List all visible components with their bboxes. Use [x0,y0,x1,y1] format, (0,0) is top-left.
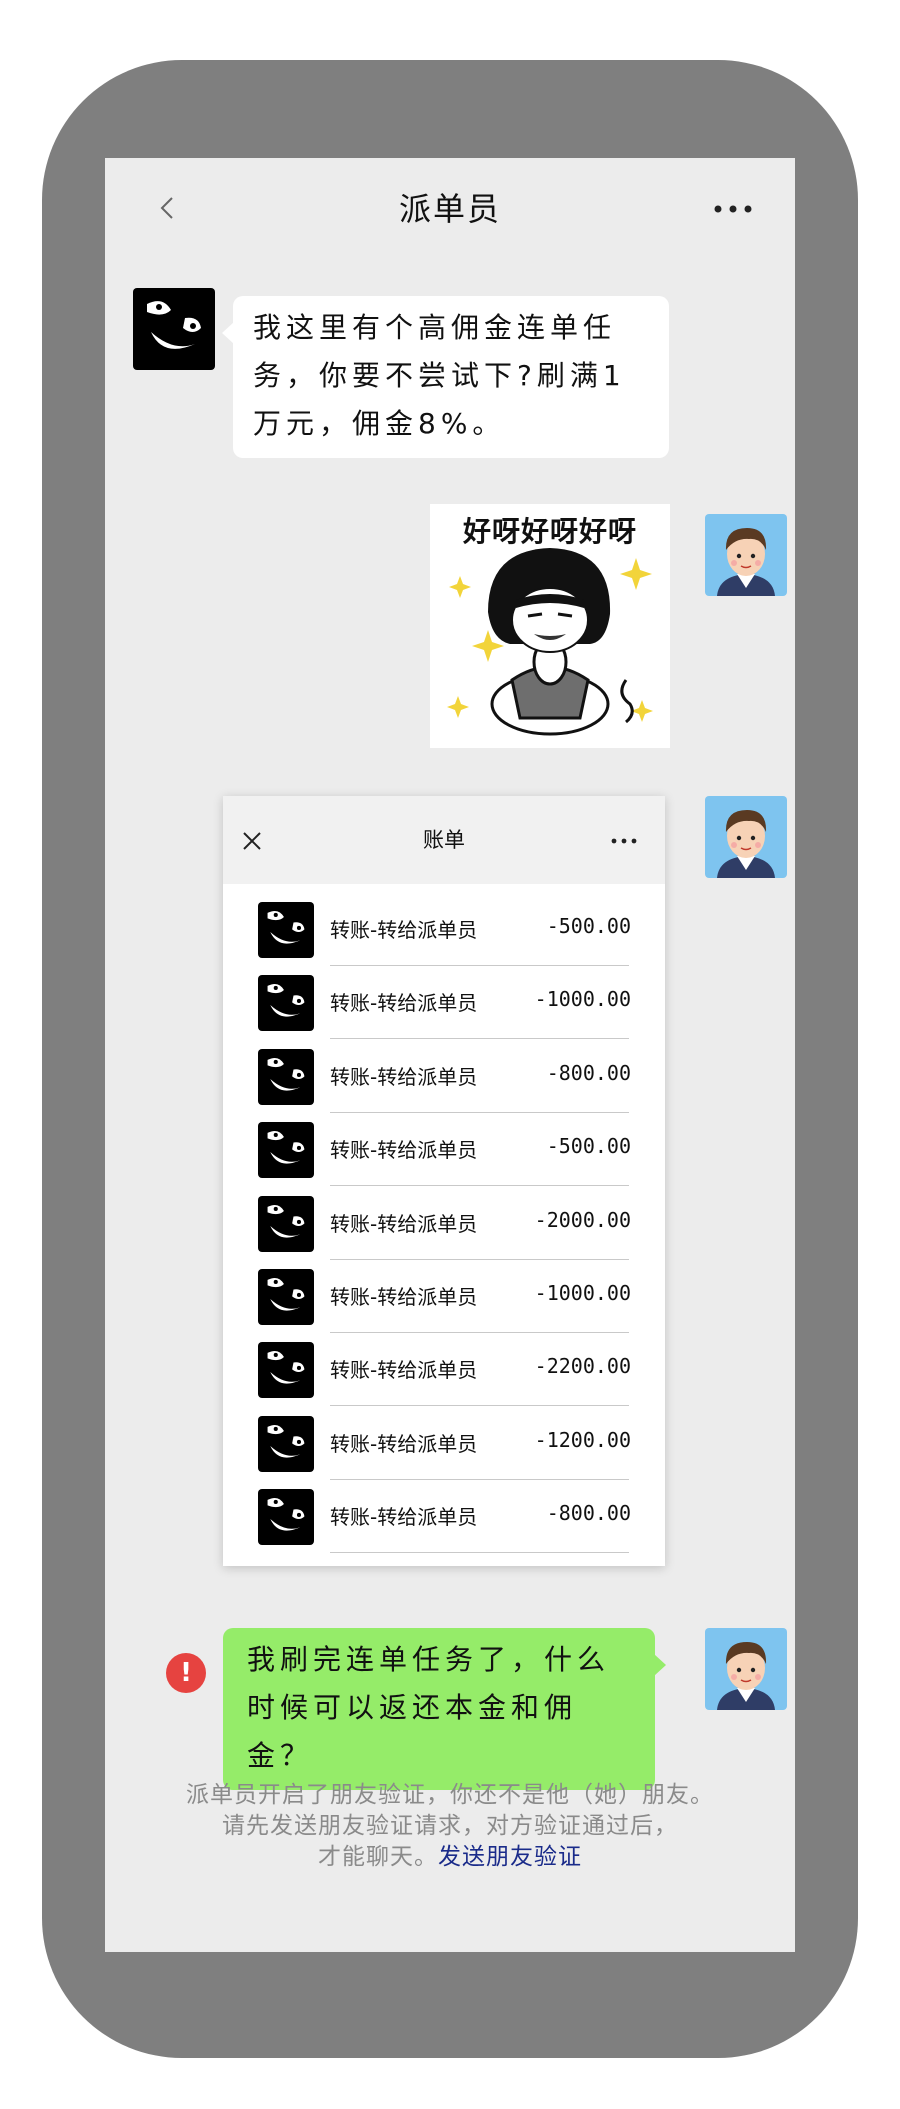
bill-row-amount: -1000.00 [534,987,631,1012]
payee-avatar-icon [258,1342,314,1399]
row-divider [330,1478,629,1480]
bill-row-label: 转账-转给派单员 [330,991,478,1016]
bill-row: 转账-转给派单员 -500.00 [223,1116,665,1189]
bill-row: 转账-转给派单员 -1000.00 [223,1263,665,1336]
row-divider [330,1552,629,1554]
bill-row: 转账-转给派单员 -500.00 [223,896,665,969]
bill-row-amount: -2200.00 [534,1354,631,1379]
bill-row: 转账-转给派单员 -1200.00 [223,1410,665,1483]
bill-row-label: 转账-转给派单员 [330,1138,478,1163]
bill-row-label: 转账-转给派单员 [330,1211,478,1236]
row-divider [330,965,629,966]
sticker-image[interactable]: 好呀好呀好呀 [430,504,670,748]
received-message-text: 我这里有个高佣金连单任务，你要不尝试下?刷满1万元，佣金8%。 [253,311,626,440]
user-avatar[interactable] [705,514,787,596]
user-avatar[interactable] [705,796,787,878]
bill-row: 转账-转给派单员 -2000.00 [223,1190,665,1263]
bill-header: 账单 [223,796,665,884]
user-avatar[interactable] [705,1628,787,1710]
notice-line-2: 请先发送朋友验证请求，对方验证通过后， [222,1813,678,1839]
notice-line-3-text: 才能聊天。 [318,1844,438,1870]
send-failed-icon[interactable]: ! [166,1653,206,1693]
bill-row-label: 转账-转给派单员 [330,1284,478,1309]
bill-list: 转账-转给派单员 -500.00 转账-转给派单员 -1000.00 转账-转给派单员 -… [223,896,665,1557]
bill-row-amount: -1000.00 [534,1280,631,1305]
bill-row-label: 转账-转给派单员 [330,918,478,942]
bill-row-label: 转账-转给派单员 [330,1358,478,1383]
chat-title: 派单员 [398,190,501,228]
bill-row-amount: -800.00 [546,1501,631,1526]
bill-row-label: 转账-转给派单员 [330,1505,478,1530]
notice-line-3: 才能聊天。发送朋友验证 [105,1842,795,1873]
row-divider [330,1331,629,1333]
payee-avatar-icon [258,1268,314,1325]
friend-verification-notice: 派单员开启了朋友验证，你还不是他（她）朋友。 请先发送朋友验证请求，对方验证通过… [105,1780,795,1873]
more-options-icon [611,838,637,844]
bill-row: 转账-转给派单员 -800.00 [223,1483,665,1556]
bill-row-amount: -800.00 [546,1060,631,1085]
payee-avatar-icon [258,1489,314,1546]
contact-avatar[interactable] [133,288,215,370]
received-message-bubble[interactable]: 我这里有个高佣金连单任务，你要不尝试下?刷满1万元，佣金8%。 [222,296,669,458]
payee-avatar-icon [258,902,314,958]
row-divider [330,1185,629,1187]
row-divider [330,1038,629,1040]
bill-screenshot-card[interactable]: 账单 转账-转给派单员 -500.00 转账-转给派单员 -1000.00 转账-转给派… [223,796,665,1566]
bill-row-label: 转账-转给派单员 [330,1431,478,1456]
payee-avatar-icon [258,1048,314,1105]
bill-title: 账单 [423,828,465,852]
bill-row-amount: -500.00 [546,914,631,938]
bill-row-label: 转账-转给派单员 [330,1064,478,1089]
bill-row: 转账-转给派单员 -800.00 [223,1043,665,1116]
bill-row: 转账-转给派单员 -1000.00 [223,969,665,1042]
payee-avatar-icon [258,1415,314,1472]
notice-line-1: 派单员开启了朋友验证，你还不是他（她）朋友。 [186,1782,714,1808]
bill-row-amount: -500.00 [546,1134,631,1159]
sent-message-text: 我刷完连单任务了，什么时候可以返还本金和佣金？ [247,1643,611,1772]
payee-avatar-icon [258,1122,314,1179]
sent-message-bubble[interactable]: 我刷完连单任务了，什么时候可以返还本金和佣金？ [223,1628,666,1790]
row-divider [330,1111,629,1113]
chat-screen: 派单员 我这里有个高佣金连单任务，你要不尝试下?刷满1万元，佣金8%。 好呀好呀… [105,158,795,1952]
payee-avatar-icon [258,1195,314,1252]
row-divider [330,1405,629,1407]
bill-row-amount: -1200.00 [534,1427,631,1452]
bill-row-amount: -2000.00 [534,1207,631,1232]
more-options-icon[interactable] [713,204,753,214]
chat-header: 派单员 [105,158,795,258]
send-verification-link[interactable]: 发送朋友验证 [438,1844,582,1870]
payee-avatar-icon [258,975,314,1032]
bill-row: 转账-转给派单员 -2200.00 [223,1336,665,1409]
row-divider [330,1258,629,1260]
